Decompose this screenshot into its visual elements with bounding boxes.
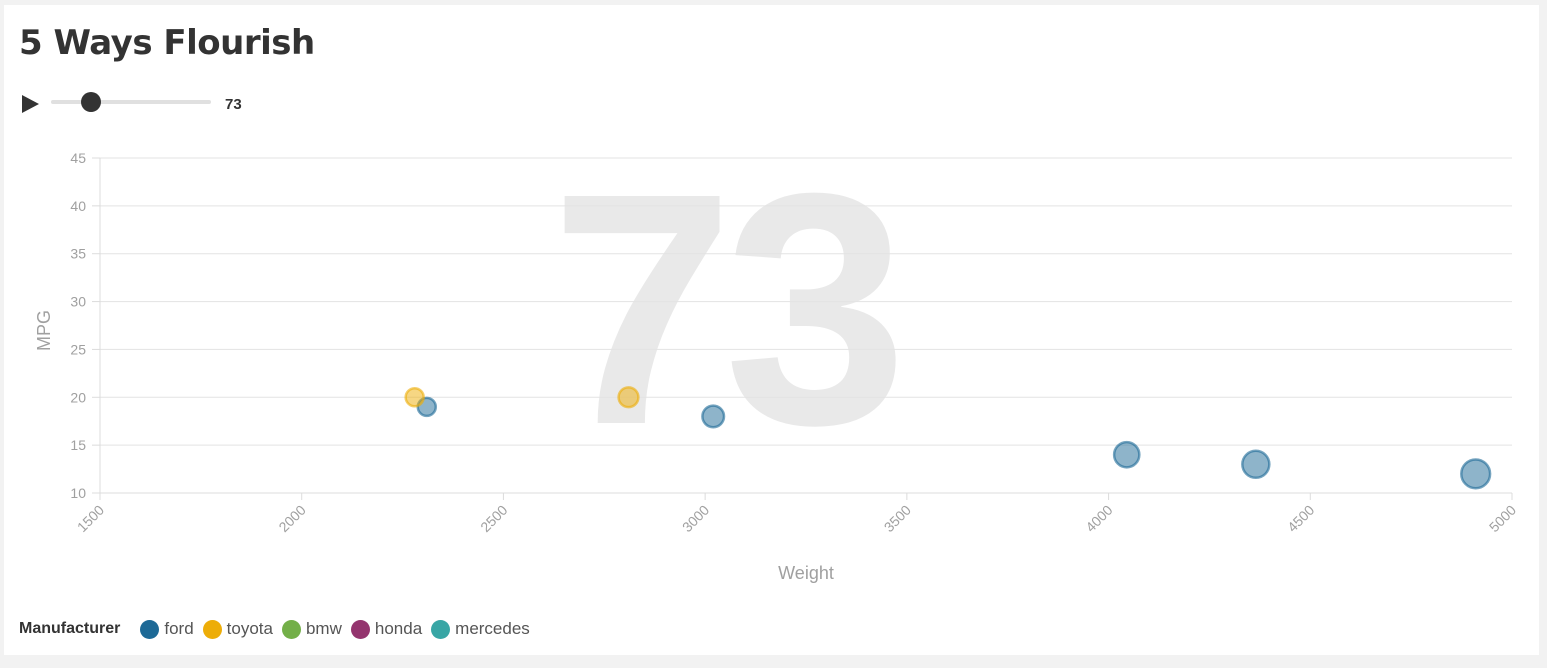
x-axis-title: Weight — [778, 563, 834, 583]
x-tick-label: 5000 — [1486, 502, 1519, 535]
x-tick-label: 2500 — [477, 502, 510, 535]
y-tick-label: 45 — [70, 150, 86, 166]
x-tick-label: 1500 — [74, 502, 107, 535]
y-tick-label: 35 — [70, 246, 86, 262]
data-point-ford — [1112, 440, 1141, 469]
legend-item-bmw[interactable]: bmw — [281, 619, 342, 639]
scatter-plot: 73 10 15 20 25 30 35 40 45 1500 2000 2500 3000 3500 40… — [34, 124, 1519, 583]
y-tick-label: 30 — [70, 294, 86, 310]
legend-label: ford — [164, 619, 194, 638]
x-tick-label: 4000 — [1082, 502, 1115, 535]
x-tick-label: 3500 — [881, 502, 914, 535]
chart-card: 5 Ways Flourish 73 73 10 15 20 25 30 35 40 45 150… — [4, 5, 1539, 655]
legend-item-ford[interactable]: ford — [140, 619, 194, 639]
legend-item-mercedes[interactable]: mercedes — [431, 619, 530, 639]
data-point-ford — [1460, 458, 1492, 490]
x-tick-label: 2000 — [275, 502, 308, 535]
legend-title: Manufacturer — [19, 620, 121, 637]
legend-item-toyota[interactable]: toyota — [202, 619, 273, 639]
x-tick-label: 3000 — [679, 502, 712, 535]
legend-swatch — [202, 619, 222, 639]
legend-swatch — [431, 619, 451, 639]
data-point-toyota — [404, 387, 425, 408]
y-tick-label: 40 — [70, 198, 86, 214]
data-point-toyota — [617, 386, 640, 409]
legend-swatch — [350, 619, 370, 639]
y-tick-label: 25 — [70, 341, 86, 357]
y-tick-label: 15 — [70, 437, 86, 453]
legend-label: honda — [374, 619, 423, 638]
legend-label: mercedes — [455, 619, 530, 638]
y-tick-label: 10 — [70, 485, 86, 501]
legend-swatch — [281, 619, 301, 639]
x-tick-label: 4500 — [1284, 502, 1317, 535]
y-axis-title: MPG — [34, 310, 54, 351]
background-year-label: 73 — [550, 124, 899, 493]
legend: Manufacturer ford toyota bmw honda mercedes — [19, 617, 539, 641]
legend-label: bmw — [305, 619, 342, 638]
data-point-ford — [701, 404, 726, 429]
legend-item-honda[interactable]: honda — [350, 619, 423, 639]
legend-swatch — [140, 619, 160, 639]
y-tick-label: 20 — [70, 389, 86, 405]
legend-label: toyota — [226, 619, 273, 638]
data-point-ford — [1241, 449, 1271, 480]
